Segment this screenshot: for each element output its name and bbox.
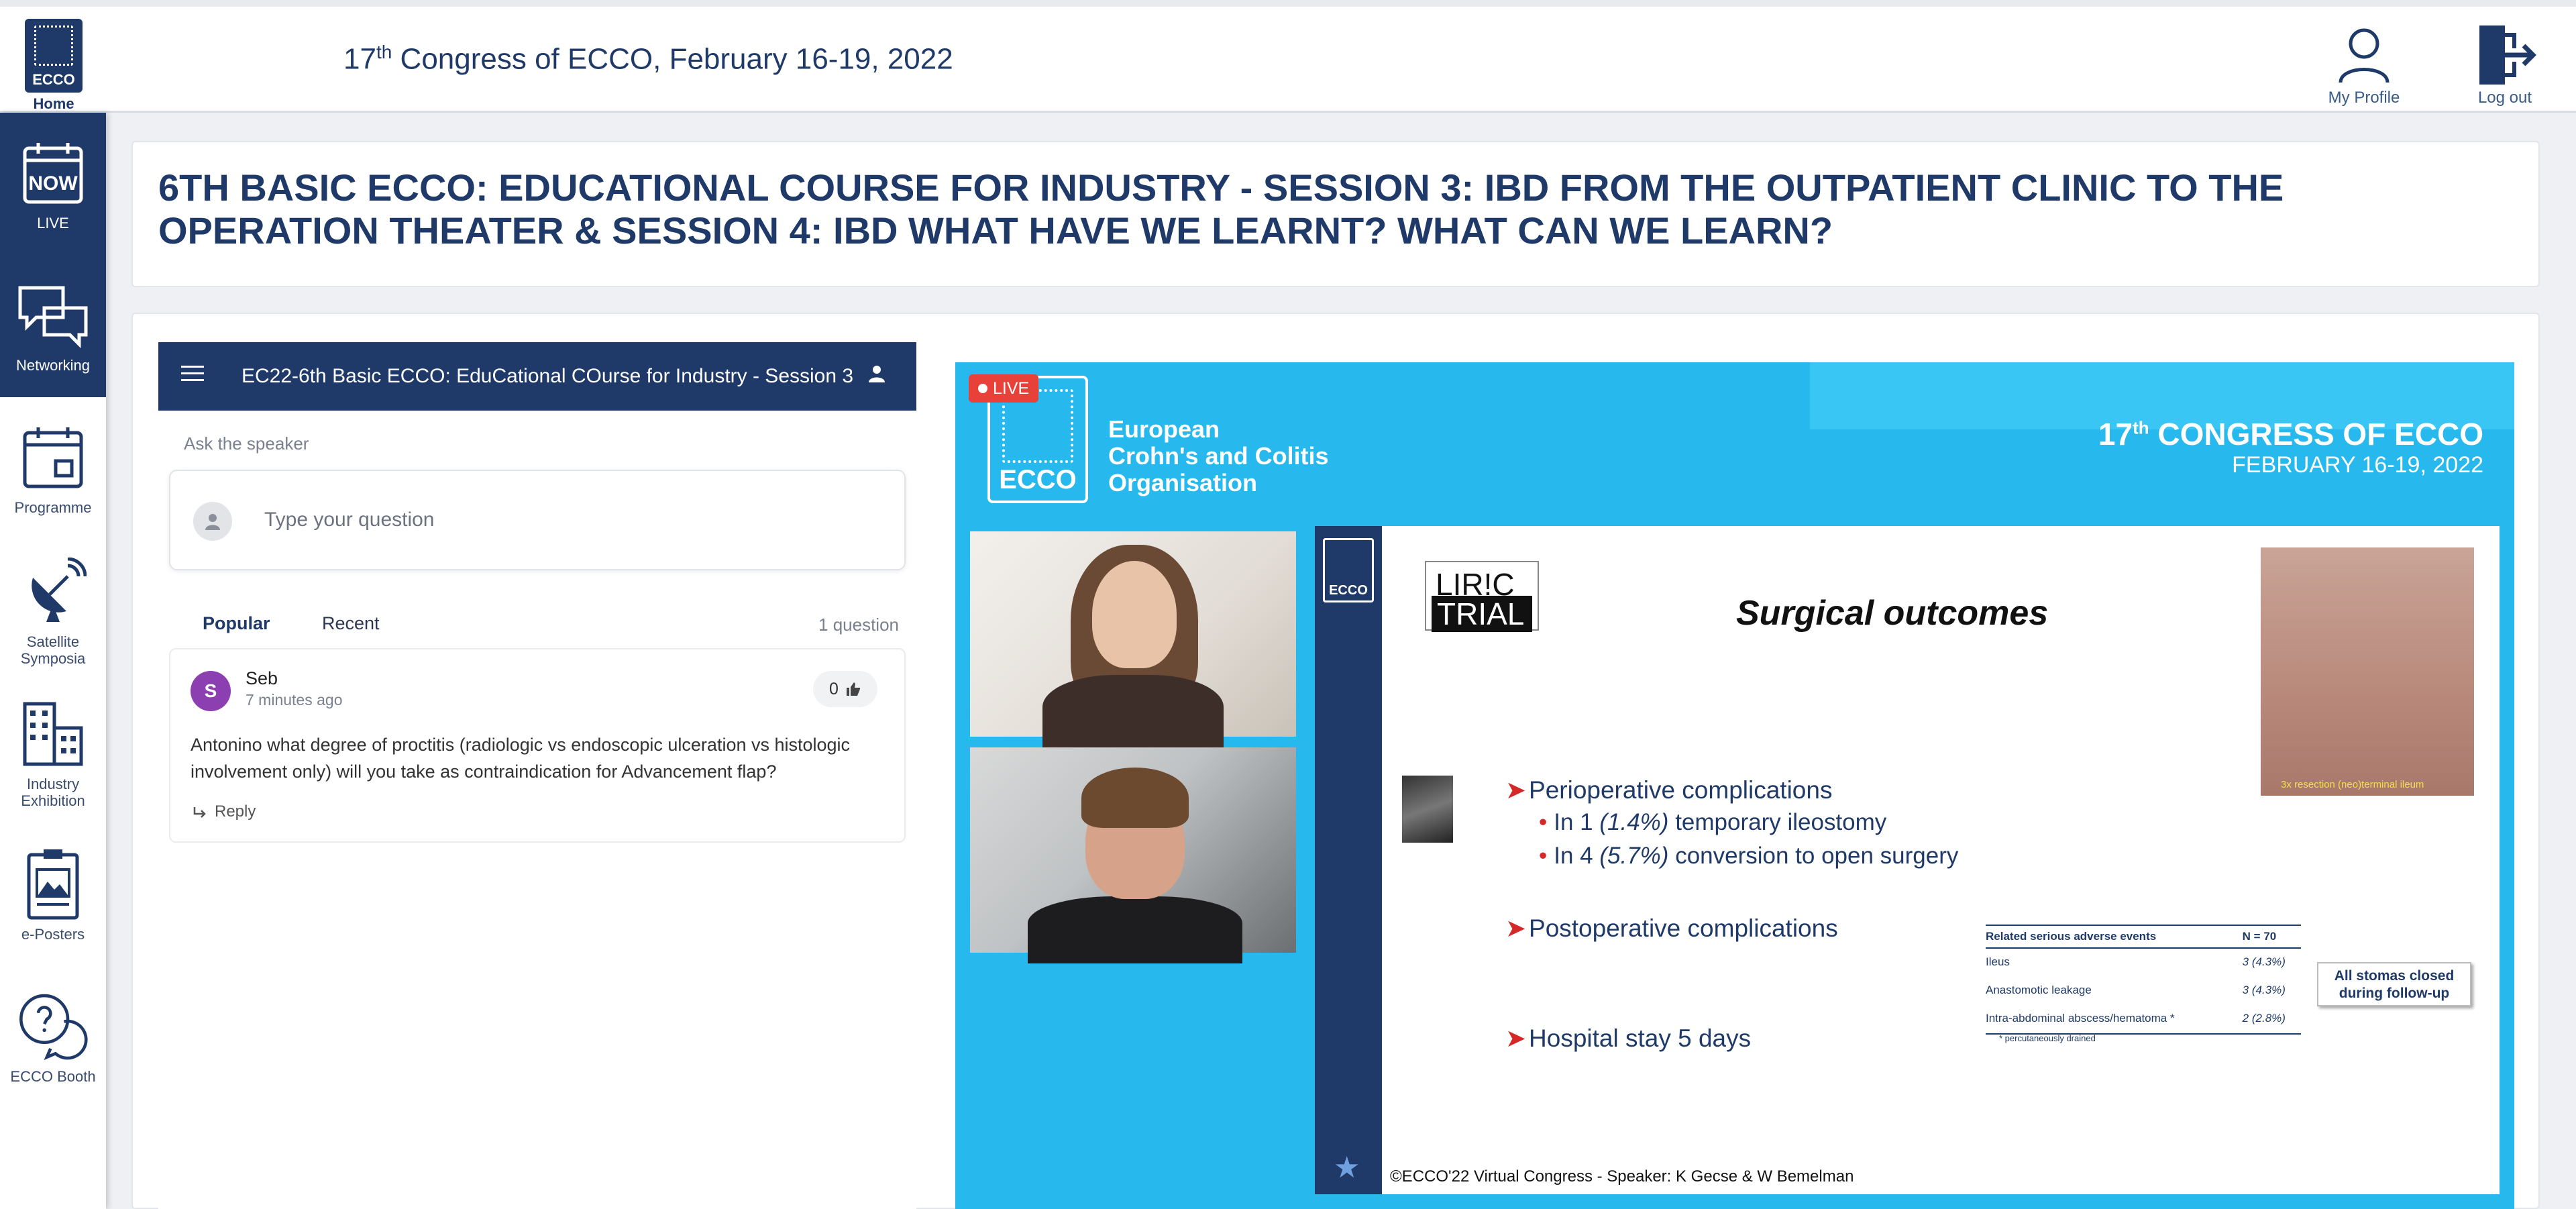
top-header: ECCO Home 17th Congress of ECCO, Februar… — [0, 0, 2576, 113]
table-row: Anastomotic leakage 3 (4.3%) — [1986, 984, 2286, 996]
bullet-hospital-stay: ➤ Hospital stay 5 days — [1505, 1024, 1752, 1052]
liric-trial-logo: LIR!C TRIAL — [1425, 561, 1539, 632]
sidebar-item-live[interactable]: NOW LIVE — [0, 113, 106, 255]
pen-image — [1402, 776, 1453, 843]
sidebar-item-ecco-booth[interactable]: ECCO Booth — [0, 966, 106, 1108]
bullet-ileostomy: • In 1 (1.4%) temporary ileostomy — [1539, 809, 1887, 835]
sidebar-item-label: LIVE — [37, 215, 69, 232]
sidebar-item-networking[interactable]: Networking — [0, 255, 106, 397]
user-profile-icon — [2304, 21, 2424, 89]
question-text: Antonino what degree of proctitis (radio… — [191, 735, 851, 782]
sidebar-item-label: Networking — [15, 357, 91, 374]
slide-title: Surgical outcomes — [1736, 594, 2049, 633]
reply-button[interactable]: Reply — [193, 802, 256, 821]
calendar-icon — [16, 420, 90, 494]
table-header: N = 70 — [2242, 925, 2301, 949]
presentation-slide: ECCO ★ LIR!C TRIAL Surgical outcomes 3x … — [1315, 526, 2500, 1194]
sidebar-item-label: Industry Exhibition — [21, 775, 85, 809]
live-badge: LIVE — [969, 374, 1039, 403]
page-title: 6TH BASIC ECCO: EDUCATIONAL COURSE FOR I… — [158, 166, 2284, 252]
qa-tabs: Popular Recent 1 question — [188, 601, 899, 655]
vote-count: 0 — [829, 679, 839, 698]
speaker-video-2 — [970, 747, 1296, 963]
clinical-photo: 3x resection (neo)terminal ileum — [2261, 547, 2474, 796]
sidebar-item-label: ECCO Booth — [10, 1068, 96, 1086]
log-out-label: Log out — [2477, 89, 2532, 107]
chat-bubbles-icon — [16, 278, 90, 352]
slide-mini-logo: ECCO — [1323, 538, 1374, 602]
question-item: S Seb 7 minutes ago 0 Antonino what degr… — [169, 648, 906, 843]
congress-title: 17th Congress of ECCO, February 16-19, 2… — [343, 42, 953, 76]
slide-logo-text: ECCO — [999, 465, 1077, 494]
speaker-video-1 — [970, 531, 1296, 755]
stoma-callout: All stomas closed during follow-up — [2317, 962, 2471, 1006]
avatar-icon — [193, 502, 232, 541]
sidebar-item-label: Programme — [14, 499, 92, 517]
user-icon[interactable] — [867, 364, 894, 389]
avatar: S — [191, 671, 231, 711]
log-out-button[interactable]: Log out — [2445, 21, 2565, 107]
session-title-card: 6TH BASIC ECCO: EDUCATIONAL COURSE FOR I… — [131, 141, 2540, 287]
now-calendar-icon: NOW — [16, 136, 90, 209]
photo-caption: 3x resection (neo)terminal ileum — [2281, 779, 2424, 790]
star-icon: ★ — [1334, 1151, 1360, 1184]
table-footnote: * percutaneously drained — [1999, 1033, 2096, 1043]
live-label: LIVE — [993, 378, 1030, 398]
sidebar-item-label: Satellite Symposia — [20, 633, 86, 667]
home-label: Home — [33, 95, 74, 112]
clipboard-poster-icon — [16, 847, 90, 921]
slide-sidebar: ECCO ★ — [1315, 526, 1382, 1194]
ecco-logo-icon: ECCO — [25, 19, 83, 93]
ask-the-speaker-label: Ask the speaker — [184, 433, 309, 454]
tab-recent[interactable]: Recent — [322, 613, 380, 650]
sidebar-item-programme[interactable]: Programme — [0, 397, 106, 539]
slide-congress-title: 17th CONGRESS OF ECCO FEBRUARY 16-19, 20… — [2098, 417, 2483, 478]
qa-header-title: EC22-6th Basic ECCO: EduCational COurse … — [241, 365, 853, 387]
satellite-dish-icon — [16, 554, 90, 628]
buildings-icon — [16, 696, 90, 770]
question-input[interactable]: Type your question — [169, 470, 906, 570]
bullet-postoperative: ➤ Postoperative complications — [1505, 914, 1838, 942]
sidebar-item-label: e-Posters — [21, 926, 85, 943]
my-profile-label: My Profile — [2328, 89, 2400, 107]
menu-icon[interactable] — [181, 364, 208, 388]
help-chat-icon — [16, 989, 90, 1063]
question-author: Seb — [246, 668, 278, 688]
tab-popular[interactable]: Popular — [203, 613, 270, 653]
my-profile-button[interactable]: My Profile — [2304, 21, 2424, 107]
bullet-conversion: • In 4 (5.7%) conversion to open surgery — [1539, 843, 1959, 869]
question-input-placeholder: Type your question — [264, 509, 435, 531]
sidebar-item-satellite-symposia[interactable]: Satellite Symposia — [0, 539, 106, 682]
bullet-perioperative: ➤ Perioperative complications — [1505, 776, 1833, 804]
reply-label: Reply — [215, 802, 256, 821]
qa-panel: EC22-6th Basic ECCO: EduCational COurse … — [158, 342, 916, 1209]
thumbs-up-icon — [846, 682, 860, 696]
qa-header: EC22-6th Basic ECCO: EduCational COurse … — [158, 342, 916, 411]
home-button[interactable]: ECCO Home — [20, 19, 87, 113]
live-video-player[interactable]: ECCO LIVE European Crohn's and Colitis O… — [955, 362, 2514, 1209]
question-time: 7 minutes ago — [246, 691, 343, 708]
live-dot-icon — [978, 384, 987, 393]
log-out-icon — [2445, 21, 2565, 89]
organisation-name: European Crohn's and Colitis Organisatio… — [1108, 415, 1329, 496]
sidebar: NOW LIVE Networking Programme Satellite … — [0, 113, 106, 1209]
logo-text: ECCO — [32, 71, 75, 88]
slide-footer: ©ECCO'22 Virtual Congress - Speaker: K G… — [1390, 1167, 1854, 1186]
table-row: Ileus 3 (4.3%) — [1986, 955, 2286, 968]
upvote-button[interactable]: 0 — [813, 671, 877, 707]
reply-arrow-icon — [193, 807, 206, 818]
table-row: Intra-abdominal abscess/hematoma * 2 (2.… — [1986, 1005, 2301, 1035]
sidebar-item-industry-exhibition[interactable]: Industry Exhibition — [0, 682, 106, 824]
table-header: Related serious adverse events — [1986, 925, 2243, 949]
adverse-events-table: Related serious adverse events N = 70 Il… — [1986, 925, 2301, 1035]
sidebar-item-e-posters[interactable]: e-Posters — [0, 824, 106, 966]
svg-text:NOW: NOW — [28, 172, 78, 195]
question-count: 1 question — [818, 615, 899, 635]
